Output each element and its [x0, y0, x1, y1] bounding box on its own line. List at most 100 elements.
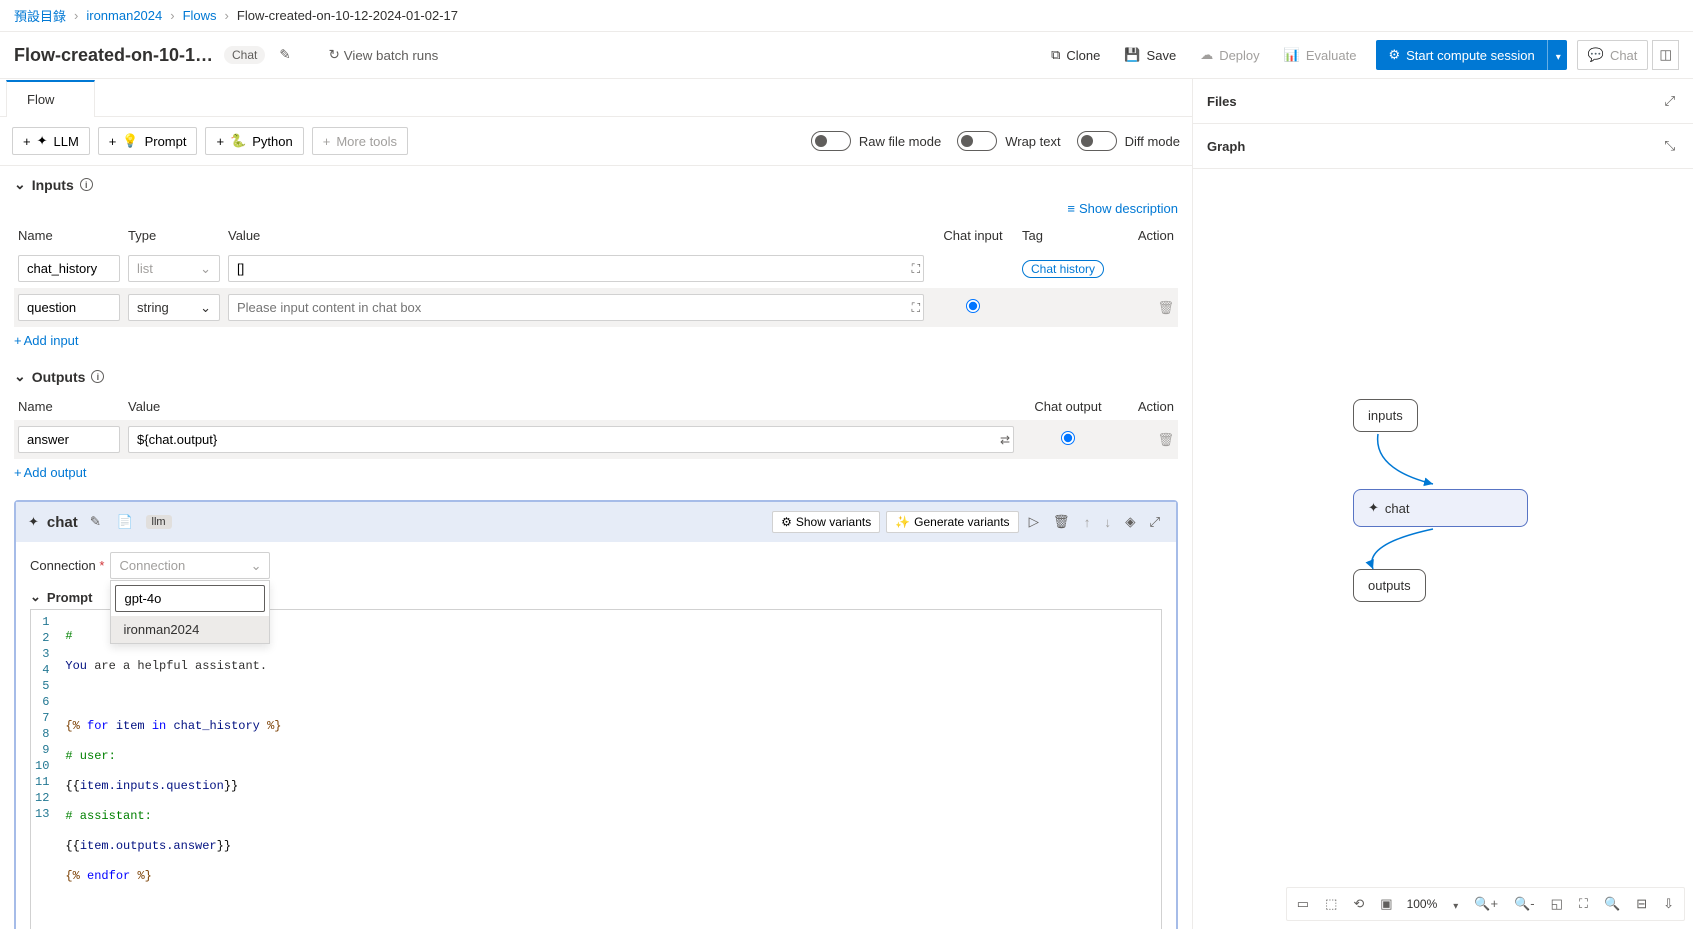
dropdown-option[interactable]: ironman2024 — [111, 616, 269, 643]
diff-mode-toggle[interactable] — [1077, 131, 1117, 151]
add-python-button[interactable]: + 🐍 Python — [205, 127, 303, 155]
chevron-down-icon: ⌄ — [14, 368, 26, 385]
tab-flow[interactable]: Flow — [6, 80, 95, 117]
zoom-in-icon[interactable]: 🔍+ — [1468, 892, 1504, 916]
show-variants-button[interactable]: ⚙Show variants — [772, 511, 880, 533]
panel-toggle-button[interactable]: ◫ — [1652, 40, 1679, 70]
graph-canvas[interactable]: inputs ✦chat outputs ▭ ⬚ ⟲ ▣ 100% 🔍+ 🔍- … — [1193, 169, 1693, 929]
edit-node-button[interactable]: ✎ — [86, 510, 105, 534]
graph-node-chat[interactable]: ✦chat — [1353, 489, 1528, 527]
expand-icon[interactable]: ⛶ — [912, 261, 920, 276]
chat-node-header: ✦ chat ✎ 📄 llm ⚙Show variants ✨Generate … — [16, 502, 1176, 542]
tree-icon[interactable]: ⊟ — [1630, 892, 1653, 916]
dropdown-search-input[interactable] — [115, 585, 265, 612]
save-icon: 💾 — [1124, 47, 1140, 63]
fullscreen-icon[interactable]: ⛶ — [1573, 892, 1594, 916]
start-compute-button[interactable]: ⚙Start compute session — [1376, 40, 1546, 70]
connection-select[interactable]: Connection ⌄ — [110, 552, 270, 579]
filter-icon[interactable]: ⇄ — [1000, 433, 1010, 447]
col-value: Value — [224, 222, 928, 249]
graph-node-outputs[interactable]: outputs — [1353, 569, 1426, 602]
save-button[interactable]: 💾Save — [1114, 41, 1186, 69]
info-icon[interactable]: i — [91, 370, 104, 383]
delete-icon[interactable]: 🗑 — [1157, 432, 1174, 447]
llm-icon: ✦ — [1368, 500, 1379, 516]
add-prompt-button[interactable]: + 💡 Prompt — [98, 127, 198, 155]
orientation-icon[interactable]: ⟲ — [1347, 892, 1370, 916]
download-icon[interactable]: ⇩ — [1657, 892, 1680, 916]
outputs-header[interactable]: ⌄ Outputs i — [14, 368, 1178, 385]
compute-dropdown-button[interactable] — [1547, 40, 1567, 70]
breadcrumb-separator: › — [225, 8, 229, 23]
output-value-field[interactable] — [128, 426, 1014, 453]
wrap-text-toggle[interactable] — [957, 131, 997, 151]
graph-header: Graph ⤡ — [1193, 124, 1693, 169]
input-type-select[interactable]: list ⌄ — [128, 255, 220, 282]
info-icon[interactable]: i — [80, 178, 93, 191]
breadcrumb-workspace[interactable]: ironman2024 — [86, 8, 162, 23]
llm-icon: ✦ — [37, 133, 48, 149]
collapse-graph-button[interactable]: ⤡ — [1660, 134, 1679, 158]
fit-icon[interactable]: ▣ — [1374, 892, 1398, 916]
add-input-link[interactable]: + Add input — [14, 333, 79, 348]
raw-file-toggle[interactable] — [811, 131, 851, 151]
node-title: chat — [47, 514, 78, 531]
col-tag: Tag — [1018, 222, 1118, 249]
add-llm-button[interactable]: + ✦ LLM — [12, 127, 90, 155]
layout-icon[interactable]: ▭ — [1291, 892, 1315, 916]
more-tools-button[interactable]: + More tools — [312, 127, 408, 155]
expand-files-button[interactable]: ⤢ — [1660, 89, 1679, 113]
breadcrumb-section[interactable]: Flows — [183, 8, 217, 23]
outputs-table: Name Value Chat output Action ⇄ 🗑 — [14, 393, 1178, 459]
expand-icon[interactable]: ⛶ — [912, 300, 920, 315]
chat-output-radio[interactable] — [1061, 431, 1075, 445]
prompt-editor[interactable]: 12345678910111213 # You are a helpful as… — [30, 609, 1162, 929]
add-output-link[interactable]: + Add output — [14, 465, 86, 480]
move-down-button[interactable]: ↓ — [1100, 511, 1115, 534]
header-left: Flow-created-on-10-12-202... Chat ✎ ↻ Vi… — [14, 43, 442, 67]
input-name-field[interactable] — [18, 294, 120, 321]
minimap-icon[interactable]: ◱ — [1545, 892, 1569, 916]
deploy-button[interactable]: ☁Deploy — [1190, 41, 1269, 69]
breadcrumb-root[interactable]: 預設目錄 — [14, 6, 66, 25]
sparkle-icon: ✨ — [895, 515, 910, 529]
autolayout-icon[interactable]: ⬚ — [1319, 892, 1343, 916]
chat-node-body: Connection * Connection ⌄ ironman2024 ⌄ … — [16, 542, 1176, 929]
tag-chat-history: Chat history — [1022, 260, 1104, 278]
locate-button[interactable]: ◈ — [1121, 510, 1139, 534]
edit-title-button[interactable]: ✎ — [275, 43, 294, 67]
evaluate-button[interactable]: 📊Evaluate — [1274, 41, 1367, 69]
chat-icon: 💬 — [1588, 47, 1604, 63]
graph-node-inputs[interactable]: inputs — [1353, 399, 1418, 432]
delete-node-button[interactable]: 🗑 — [1049, 510, 1074, 534]
copy-node-button[interactable]: 📄 — [113, 510, 138, 534]
input-row: list ⌄ ⛶ Chat history — [14, 249, 1178, 288]
delete-icon[interactable]: 🗑 — [1157, 300, 1174, 315]
show-description-link[interactable]: ≡Show description — [14, 201, 1178, 216]
chat-input-radio[interactable] — [966, 299, 980, 313]
view-batch-button[interactable]: ↻ View batch runs — [325, 43, 443, 67]
input-name-field[interactable] — [18, 255, 120, 282]
code-content[interactable]: # You are a helpful assistant. {% for it… — [57, 610, 1161, 929]
search-graph-icon[interactable]: 🔍 — [1598, 892, 1626, 916]
zoom-dropdown[interactable] — [1445, 893, 1464, 916]
move-up-button[interactable]: ↑ — [1080, 511, 1095, 534]
output-name-field[interactable] — [18, 426, 120, 453]
zoom-out-icon[interactable]: 🔍- — [1508, 892, 1541, 916]
right-panel: Files ⤢ Graph ⤡ inputs ✦chat outputs ▭ ⬚… — [1193, 79, 1693, 929]
input-value-field[interactable] — [228, 294, 924, 321]
connection-dropdown[interactable]: Connection ⌄ ironman2024 — [110, 552, 270, 579]
generate-variants-button[interactable]: ✨Generate variants — [886, 511, 1018, 533]
expand-button[interactable]: ⤢ — [1145, 510, 1164, 534]
file-toolbar: + ✦ LLM + 💡 Prompt + 🐍 Python + More too… — [0, 117, 1192, 166]
clone-button[interactable]: ⧉Clone — [1041, 41, 1110, 69]
input-type-select[interactable]: string ⌄ — [128, 294, 220, 321]
page-title: Flow-created-on-10-12-202... — [14, 45, 214, 66]
input-value-field[interactable] — [228, 255, 924, 282]
col-name: Name — [14, 222, 124, 249]
view-toggles: Raw file mode Wrap text Diff mode — [811, 131, 1180, 151]
chat-button[interactable]: 💬Chat — [1577, 40, 1649, 70]
llm-tag: llm — [146, 515, 172, 529]
inputs-header[interactable]: ⌄ Inputs i — [14, 176, 1178, 193]
play-button[interactable]: ▷ — [1025, 510, 1043, 534]
